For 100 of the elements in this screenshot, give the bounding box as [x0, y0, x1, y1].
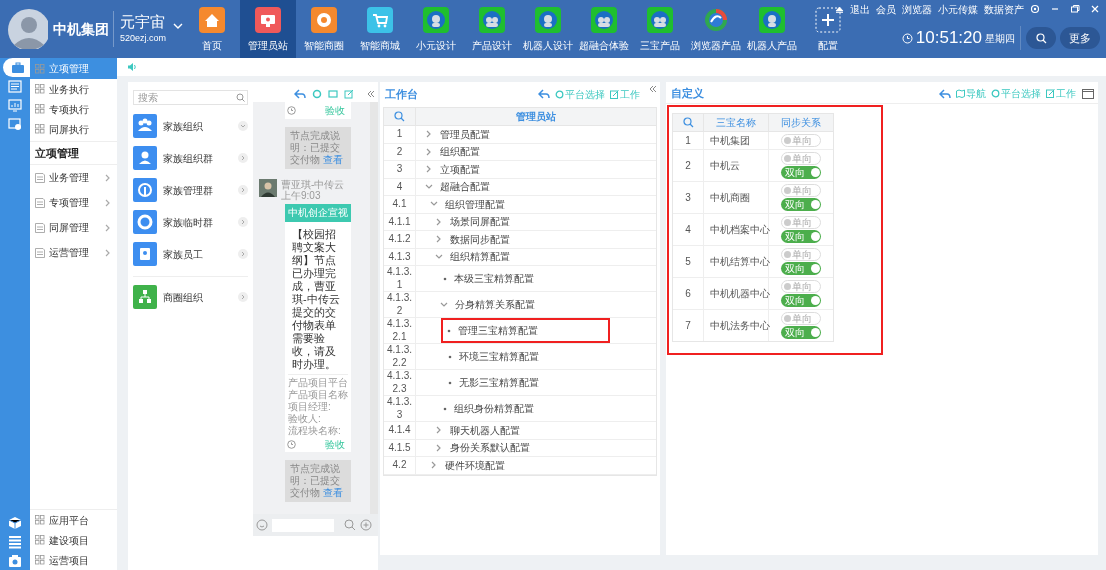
nav-tab[interactable]: 首页: [184, 0, 240, 58]
tree-item[interactable]: 无影三宝精算配置: [459, 375, 539, 390]
search-icon[interactable]: [682, 117, 694, 128]
contact-group[interactable]: 家族员工: [133, 238, 248, 270]
collapse-icon[interactable]: [366, 89, 376, 99]
notice-text: 节点完成说明：已提交交付物 查看: [285, 460, 351, 502]
top-link[interactable]: 数据资产: [984, 1, 1024, 17]
refresh-icon[interactable]: [312, 89, 322, 99]
nav-tab[interactable]: 产品设计: [464, 0, 520, 58]
sync-toggle[interactable]: 双向: [781, 230, 821, 243]
inbox-icon[interactable]: [328, 89, 338, 99]
robots-globe-icon: [647, 7, 673, 33]
robot-globe-icon: [535, 7, 561, 33]
tree-item[interactable]: 组织精算配置: [450, 249, 510, 265]
tree-item[interactable]: 立项配置: [440, 161, 480, 177]
search-button[interactable]: [1026, 27, 1056, 49]
sync-toggle[interactable]: 双向: [781, 326, 821, 339]
refresh-icon: [991, 89, 1000, 98]
collapse-icon[interactable]: [648, 84, 658, 94]
sidebar-group[interactable]: 同屏管理: [30, 215, 117, 240]
search-icon[interactable]: [344, 519, 356, 531]
search-icon[interactable]: [394, 111, 405, 122]
maximize-icon[interactable]: [1082, 88, 1094, 99]
tree-item[interactable]: 本级三宝精算配置: [454, 271, 534, 286]
row-index: 2: [395, 145, 404, 158]
emoji-icon[interactable]: [256, 519, 268, 531]
tree-item[interactable]: 组织管理配置: [445, 196, 505, 212]
table-cell-text: 中机结算中心: [710, 255, 770, 269]
nav-tab[interactable]: 三宝产品: [632, 0, 688, 58]
contact-group[interactable]: 家族临时群: [133, 206, 248, 238]
top-link[interactable]: 退出: [850, 1, 870, 17]
nav-tab[interactable]: 机器人设计: [520, 0, 576, 58]
reply-icon[interactable]: [294, 89, 306, 99]
search-field[interactable]: 搜索: [133, 90, 248, 105]
tree-item[interactable]: 管理三宝精算配置: [458, 323, 538, 338]
sidebar-item[interactable]: 立项管理: [30, 58, 117, 79]
detail-text: 验收人:: [288, 413, 322, 425]
tree-item[interactable]: 场景同屏配置: [450, 214, 510, 230]
eject-icon[interactable]: [835, 4, 844, 14]
sync-toggle[interactable]: 双向: [781, 166, 821, 179]
sidebar-item[interactable]: 运营项目: [30, 550, 117, 570]
sidebar-item[interactable]: 同屏执行: [30, 119, 117, 139]
sync-toggle[interactable]: 双向: [781, 294, 821, 307]
row-index: 6: [685, 287, 691, 301]
tree-item[interactable]: 硬件环境配置: [445, 457, 505, 473]
reply-icon[interactable]: [939, 88, 951, 99]
tree-item[interactable]: 聊天机器人配置: [450, 422, 520, 438]
speaker-icon[interactable]: [127, 62, 137, 72]
avatar-icon: [259, 179, 277, 197]
row-index: 4.1.3.2: [386, 292, 413, 317]
nav-tab[interactable]: 浏览器产品: [688, 0, 744, 58]
tree-item[interactable]: 组织配置: [440, 144, 480, 160]
add-icon[interactable]: [360, 519, 372, 531]
settings-icon[interactable]: [1030, 4, 1040, 14]
tree-item[interactable]: 身份关系默认配置: [450, 440, 530, 456]
chart-screen-icon: [7, 97, 23, 114]
top-link[interactable]: 会员: [876, 1, 896, 17]
cube-icon: [7, 514, 23, 531]
contact-group[interactable]: 家族管理群: [133, 174, 248, 206]
home-icon: [199, 7, 225, 33]
table-cell-text: 中机云: [710, 159, 740, 173]
sidebar-group[interactable]: 专项管理: [30, 190, 117, 215]
contact-group[interactable]: 商圈组织: [133, 281, 248, 313]
nav-tab[interactable]: 智能商圈: [296, 0, 352, 58]
nav-tab[interactable]: 小元设计: [408, 0, 464, 58]
top-link[interactable]: 小元传媒: [938, 1, 978, 17]
nav-tab[interactable]: 智能商城: [352, 0, 408, 58]
sidebar-item[interactable]: 专项执行: [30, 99, 117, 119]
sidebar-group[interactable]: 业务管理: [30, 165, 117, 190]
grid-icon: [35, 515, 45, 525]
nav-tab[interactable]: 超融合体验: [576, 0, 632, 58]
sync-toggle[interactable]: 双向: [781, 198, 821, 211]
more-button[interactable]: 更多: [1060, 27, 1100, 49]
reply-icon[interactable]: [538, 89, 550, 99]
tree-item[interactable]: 管理员配置: [440, 126, 490, 142]
grid-icon: [35, 124, 45, 134]
sidebar-item[interactable]: 应用平台: [30, 510, 117, 530]
edit-icon[interactable]: [344, 89, 354, 99]
sync-toggle[interactable]: 双向: [781, 262, 821, 275]
nav-tab[interactable]: 机器人产品: [744, 0, 800, 58]
tree-item[interactable]: 环境三宝精算配置: [459, 349, 539, 364]
top-link[interactable]: 浏览器: [902, 1, 932, 17]
row-index: 4.1.5: [387, 441, 412, 454]
contact-group[interactable]: 家族组织: [133, 110, 248, 142]
robot-globe-icon: [759, 7, 785, 33]
sidebar-item[interactable]: 建设项目: [30, 530, 117, 550]
detail-text: 产品项目名称: [288, 389, 348, 401]
restore-icon[interactable]: [1070, 4, 1080, 14]
row-index: 5: [685, 255, 691, 269]
tree-item[interactable]: 分身精算关系配置: [455, 297, 535, 312]
close-icon[interactable]: [1090, 4, 1100, 14]
contact-group[interactable]: 家族组织群: [133, 142, 248, 174]
detail-text: 流程块名称:: [288, 425, 342, 437]
tree-item[interactable]: 组织身份精算配置: [454, 401, 534, 416]
nav-tab[interactable]: 管理员站: [240, 0, 296, 58]
tree-item[interactable]: 数据同步配置: [450, 231, 510, 247]
sidebar-group[interactable]: 运营管理: [30, 240, 117, 265]
sidebar-item[interactable]: 业务执行: [30, 79, 117, 99]
scrollbar[interactable]: [370, 102, 378, 514]
tree-item[interactable]: 超融合配置: [440, 179, 490, 195]
